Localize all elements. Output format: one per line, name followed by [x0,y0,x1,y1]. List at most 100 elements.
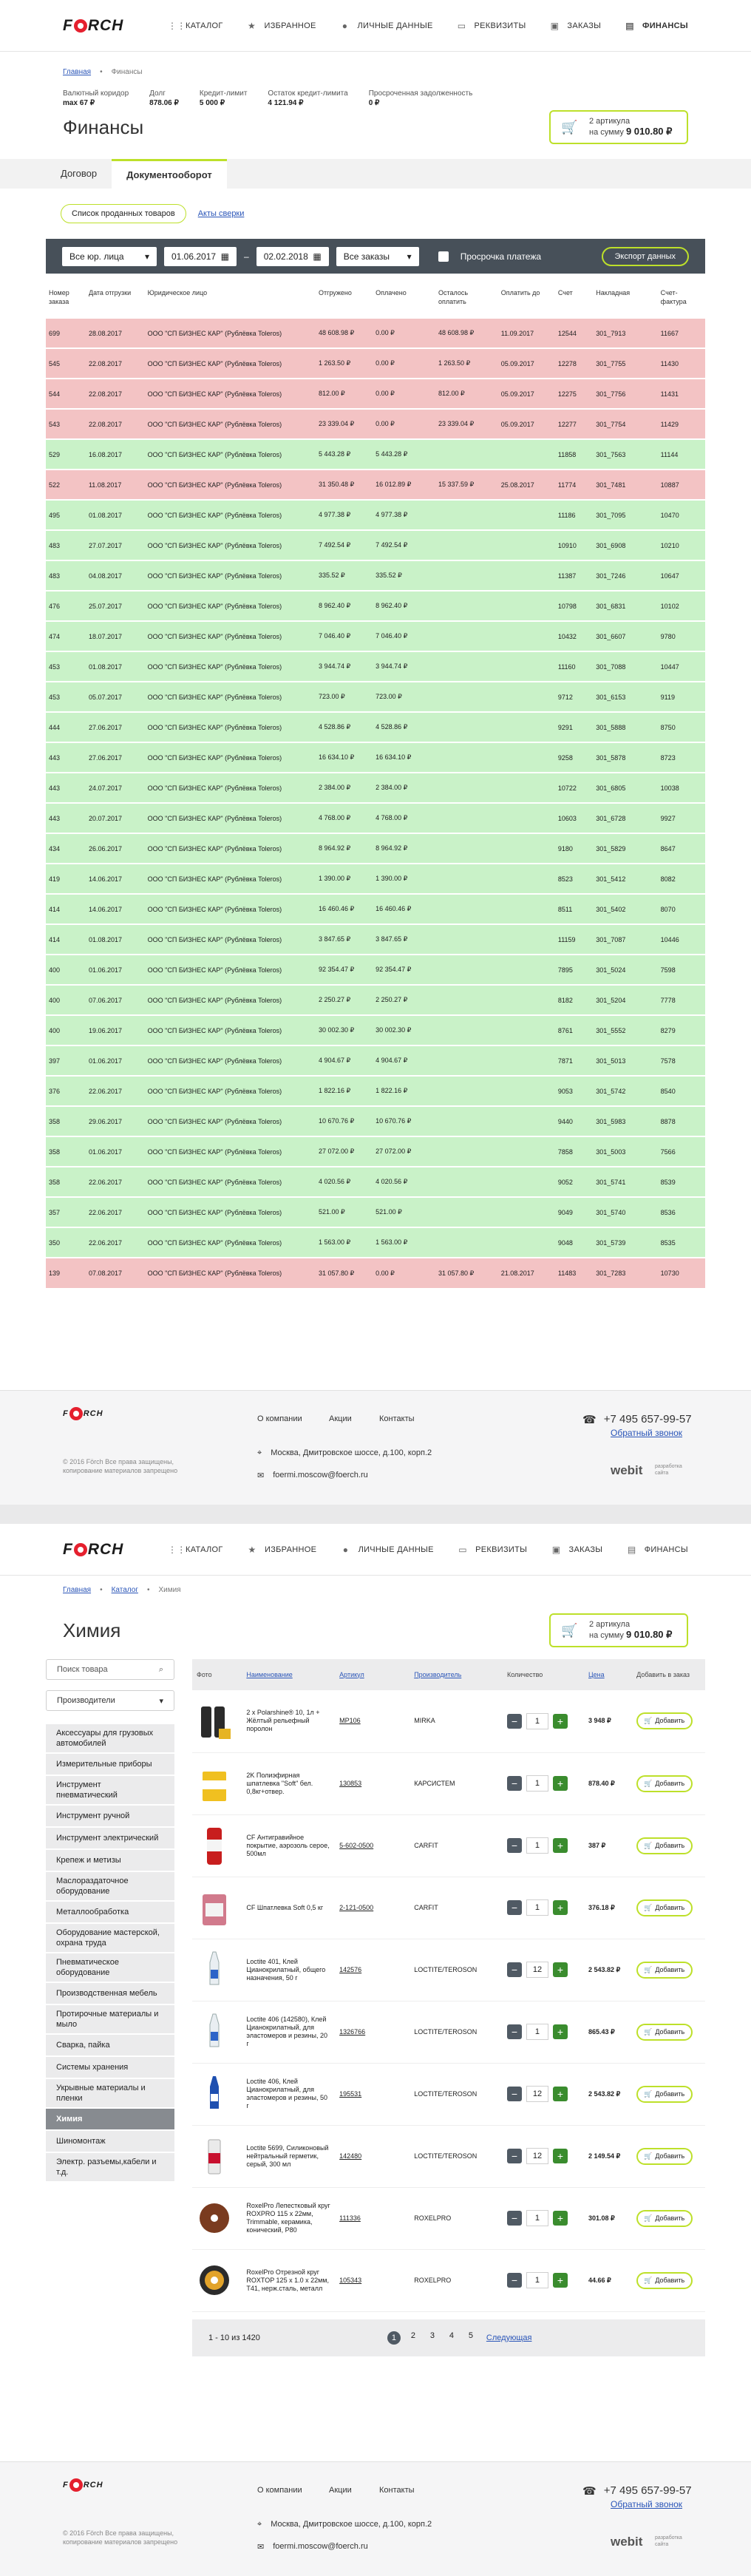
column-header[interactable]: Фото [192,1659,242,1690]
table-row[interactable]: 400 07.06.2017 ООО "СП БИЗНЕС КАР" (Рублёв… [46,984,705,1015]
entity-select[interactable]: Все юр. лица ▾ [62,246,157,266]
add-to-cart-button[interactable]: 🛒 Добавить [636,1899,693,1916]
product-name[interactable]: Loctite 406, Клей Цианокрилатный, для эл… [242,2063,336,2126]
table-row[interactable]: 400 01.06.2017 ООО "СП БИЗНЕС КАР" (Рублёв… [46,954,705,985]
product-image[interactable] [197,2010,232,2054]
category-item[interactable]: Производственная мебель [46,1983,174,2005]
table-row[interactable]: 358 29.06.2017 ООО "СП БИЗНЕС КАР" (Рублёв… [46,1105,705,1136]
product-name[interactable]: CF Антигравийное покрытие, аэрозоль серо… [242,1814,336,1877]
plus-icon[interactable]: + [552,2087,568,2101]
table-row[interactable]: 376 22.06.2017 ООО "СП БИЗНЕС КАР" (Рублёв… [46,1075,705,1106]
breadcrumb-catalog[interactable]: Каталог [112,1586,138,1594]
table-row[interactable]: 400 19.06.2017 ООО "СП БИЗНЕС КАР" (Рублёв… [46,1014,705,1045]
table-row[interactable]: 443 20.07.2017 ООО "СП БИЗНЕС КАР" (Рублёв… [46,802,705,833]
quantity-input[interactable]: 1 [526,2272,548,2288]
search-input[interactable]: Поиск товара ⌕ [46,1659,174,1680]
table-row[interactable]: 444 27.06.2017 ООО "СП БИЗНЕС КАР" (Рублёв… [46,711,705,742]
quantity-input[interactable]: 1 [526,1775,548,1792]
column-header[interactable]: Производитель [410,1659,503,1690]
minus-icon[interactable]: − [506,1838,522,1853]
table-row[interactable]: 139 07.08.2017 ООО "СП БИЗНЕС КАР" (Рублёв… [46,1257,705,1288]
product-sku[interactable]: 195531 [339,2090,361,2098]
nav-item-3[interactable]: ▭ Реквизиты [458,1545,527,1554]
category-item[interactable]: Химия [46,2109,174,2131]
subtab-sold-goods[interactable]: Список проданных товаров [61,204,186,223]
table-row[interactable]: 545 22.08.2017 ООО "СП БИЗНЕС КАР" (Рублёв… [46,348,705,379]
nav-item-5[interactable]: ▤ Финансы [625,21,688,30]
footer-link[interactable]: Акции [329,2486,352,2495]
product-sku[interactable]: 142576 [339,1966,361,1973]
product-name[interactable]: Loctite 401, Клей Цианокрилатный, общего… [242,1939,336,2002]
column-header[interactable]: Юридическое лицо [145,284,316,318]
minus-icon[interactable]: − [506,1962,522,1977]
product-image[interactable] [197,1761,232,1806]
minus-icon[interactable]: − [506,2273,522,2288]
minus-icon[interactable]: − [506,2087,522,2101]
column-header[interactable]: Оплатить до [498,284,555,318]
product-image[interactable] [197,1823,232,1868]
footer-link[interactable]: Контакты [379,2486,415,2495]
column-header[interactable]: Счет-фактура [658,284,705,318]
category-item[interactable]: Оборудование мастерской, охрана труда [46,1924,174,1953]
column-header[interactable]: Дата отгрузки [86,284,145,318]
webit-logo[interactable]: webit [611,2535,642,2549]
footer-logo[interactable]: F RCH [63,2478,153,2492]
minus-icon[interactable]: − [506,2149,522,2163]
table-row[interactable]: 434 26.06.2017 ООО "СП БИЗНЕС КАР" (Рублёв… [46,833,705,864]
footer-email[interactable]: foermi.moscow@foerch.ru [273,1471,368,1480]
product-image[interactable] [197,1885,232,1930]
nav-item-2[interactable]: ● Личные данные [340,21,433,30]
category-item[interactable]: Крепеж и метизы [46,1850,174,1872]
category-item[interactable]: Шиномонтаж [46,2131,174,2153]
callback-link[interactable]: Обратный звонок [611,2499,682,2509]
add-to-cart-button[interactable]: 🛒 Добавить [636,2271,693,2289]
nav-item-1[interactable]: ★ Избранное [247,1545,316,1554]
quantity-input[interactable]: 1 [526,2210,548,2226]
nav-item-5[interactable]: ▤ Финансы [627,1545,688,1554]
nav-item-4[interactable]: ▣ Заказы [549,21,601,30]
add-to-cart-button[interactable]: 🛒 Добавить [636,1775,693,1792]
footer-link[interactable]: Акции [329,1414,352,1423]
table-row[interactable]: 495 01.08.2017 ООО "СП БИЗНЕС КАР" (Рублёв… [46,499,705,530]
plus-icon[interactable]: + [552,1838,568,1853]
date-from-input[interactable]: 01.06.2017 ▦ [164,246,237,266]
add-to-cart-button[interactable]: 🛒 Добавить [636,2085,693,2103]
category-item[interactable]: Маслораздаточное оборудование [46,1872,174,1902]
product-image[interactable] [197,2258,232,2302]
callback-link[interactable]: Обратный звонок [611,1428,682,1438]
add-to-cart-button[interactable]: 🛒 Добавить [636,1961,693,1979]
quantity-input[interactable]: 12 [526,2086,548,2102]
webit-logo[interactable]: webit [611,1463,642,1478]
column-header[interactable]: Количество [502,1659,585,1690]
minus-icon[interactable]: − [506,2024,522,2039]
table-row[interactable]: 476 25.07.2017 ООО "СП БИЗНЕС КАР" (Рублёв… [46,590,705,621]
product-sku[interactable]: 105343 [339,2277,361,2284]
category-item[interactable]: Металлообработка [46,1902,174,1924]
footer-logo[interactable]: F RCH [63,1407,153,1420]
column-header[interactable]: Отгружено [316,284,373,318]
add-to-cart-button[interactable]: 🛒 Добавить [636,2023,693,2041]
category-item[interactable]: Инструмент электрический [46,1828,174,1850]
nav-item-4[interactable]: ▣ Заказы [551,1545,603,1554]
table-row[interactable]: 544 22.08.2017 ООО "СП БИЗНЕС КАР" (Рублёв… [46,378,705,409]
category-item[interactable]: Пневматическое оборудование [46,1953,174,1983]
product-sku[interactable]: 142480 [339,2152,361,2160]
product-sku[interactable]: 2-121-0500 [339,1904,373,1911]
page-number[interactable]: 3 [426,2331,439,2345]
table-row[interactable]: 522 11.08.2017 ООО "СП БИЗНЕС КАР" (Рублёв… [46,469,705,500]
category-item[interactable]: Измерительные приборы [46,1754,174,1776]
product-name[interactable]: CF Шпатлевка Soft 0,5 кг [242,1877,336,1939]
quantity-input[interactable]: 12 [526,2148,548,2164]
product-sku[interactable]: 1326766 [339,2028,365,2036]
add-to-cart-button[interactable]: 🛒 Добавить [636,1712,693,1730]
page-number[interactable]: 4 [445,2331,458,2345]
product-image[interactable] [197,2196,232,2240]
plus-icon[interactable]: + [552,2149,568,2163]
page-number[interactable]: 1 [387,2331,401,2345]
breadcrumb-home[interactable]: Главная [63,1586,91,1594]
logo[interactable]: F RCH [63,17,153,35]
add-to-cart-button[interactable]: 🛒 Добавить [636,2147,693,2165]
table-row[interactable]: 414 14.06.2017 ООО "СП БИЗНЕС КАР" (Рублёв… [46,893,705,924]
table-row[interactable]: 453 05.07.2017 ООО "СП БИЗНЕС КАР" (Рублёв… [46,681,705,712]
table-row[interactable]: 414 01.08.2017 ООО "СП БИЗНЕС КАР" (Рублёв… [46,923,705,955]
